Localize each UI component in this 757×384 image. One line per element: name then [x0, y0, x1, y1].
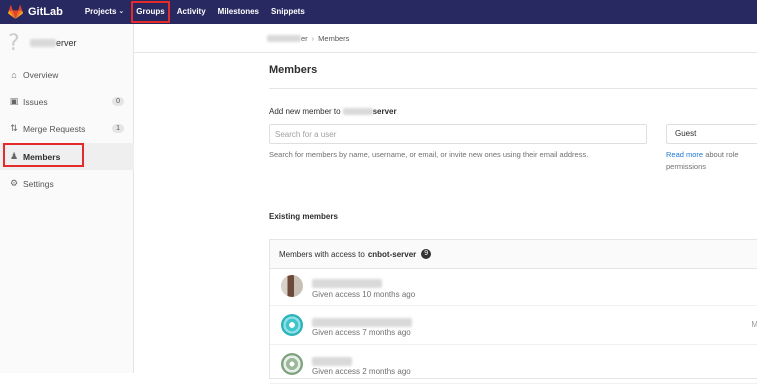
- nav-snippets-label: Snippets: [271, 7, 305, 16]
- gitlab-tanuki-icon: [8, 5, 23, 19]
- page-title: Members: [269, 64, 318, 76]
- redacted-text: [312, 318, 412, 327]
- project-name-suffix: erver: [56, 38, 77, 48]
- breadcrumb-parent[interactable]: er: [301, 34, 308, 43]
- panel-prefix: Members with access to: [279, 249, 365, 259]
- redacted-text: [267, 35, 301, 42]
- member-row: Given access 10 months ago: [270, 269, 757, 306]
- divider: [134, 52, 757, 53]
- nav-milestones-label: Milestones: [217, 7, 259, 16]
- redacted-text: [342, 108, 373, 115]
- avatar[interactable]: [281, 353, 303, 375]
- redacted-text: [30, 39, 56, 47]
- sidebar-item-label: Overview: [23, 69, 59, 80]
- members-panel: Members with access to cnbot-server 9 Gi…: [269, 239, 757, 384]
- redacted-text: [312, 357, 352, 366]
- top-navbar: GitLab Projects ⌄ Groups Activity Milest…: [0, 0, 757, 24]
- nav-activity-label: Activity: [176, 7, 206, 16]
- merge-requests-count-badge: 1: [112, 124, 124, 133]
- sidebar-item-label: Merge Requests: [23, 123, 86, 134]
- sidebar-item-settings[interactable]: ⚙ Settings: [0, 170, 134, 197]
- home-icon: ⌂: [11, 69, 17, 80]
- nav-projects[interactable]: Projects ⌄: [79, 0, 130, 24]
- sidebar: ? erver ⌂ Overview ▣ Issues 0 ⇅ Merge Re…: [0, 24, 134, 373]
- read-more-link[interactable]: Read more: [666, 150, 703, 159]
- nav-links: Projects ⌄ Groups Activity Milestones Sn…: [79, 0, 311, 24]
- member-given-access: Given access 10 months ago: [312, 290, 416, 299]
- search-user-input[interactable]: [269, 124, 647, 144]
- member-row: Given access 2 months ago: [270, 347, 757, 384]
- existing-members-title: Existing members: [269, 212, 338, 221]
- sidebar-item-overview[interactable]: ⌂ Overview: [0, 61, 134, 88]
- panel-project-name: cnbot-server: [367, 249, 417, 259]
- role-help-text-2: permissions: [666, 162, 707, 171]
- divider: [269, 88, 757, 89]
- members-panel-header: Members with access to cnbot-server 9: [270, 240, 757, 269]
- role-help-text: about role: [703, 150, 739, 159]
- row-action-edge[interactable]: M: [751, 320, 757, 329]
- role-help: Read more about role permissions: [666, 149, 757, 173]
- add-member-label: Add new member to server: [269, 107, 397, 116]
- breadcrumb-separator-icon: ›: [311, 34, 315, 43]
- issues-count-badge: 0: [112, 97, 124, 106]
- nav-activity[interactable]: Activity: [171, 0, 212, 24]
- nav-projects-label: Projects: [84, 7, 117, 16]
- role-select[interactable]: Guest: [666, 124, 757, 144]
- avatar[interactable]: [281, 275, 303, 297]
- search-helper-text: Search for members by name, username, or…: [269, 150, 589, 159]
- sidebar-item-label: Issues: [23, 96, 48, 107]
- member-row: Given access 7 months ago M: [270, 308, 757, 345]
- member-given-access: Given access 2 months ago: [312, 367, 411, 376]
- sidebar-project[interactable]: ? erver: [0, 24, 133, 62]
- brand-name: GitLab: [28, 6, 63, 18]
- member-count-badge: 9: [421, 249, 432, 259]
- project-name: erver: [30, 38, 77, 48]
- merge-request-icon: ⇅: [10, 123, 18, 133]
- nav-milestones[interactable]: Milestones: [212, 0, 265, 24]
- nav-groups-label: Groups: [136, 7, 165, 16]
- breadcrumb: er › Members: [267, 34, 349, 43]
- issues-icon: ▣: [9, 96, 19, 106]
- sidebar-item-merge-requests[interactable]: ⇅ Merge Requests 1: [0, 115, 134, 142]
- chevron-down-icon: ⌄: [118, 8, 125, 15]
- member-given-access: Given access 7 months ago: [312, 328, 411, 337]
- breadcrumb-current[interactable]: Members: [318, 34, 349, 43]
- project-avatar-icon: ?: [8, 30, 20, 56]
- nav-groups[interactable]: Groups: [130, 0, 170, 24]
- settings-icon: ⚙: [9, 178, 19, 188]
- sidebar-item-label: Settings: [23, 178, 54, 189]
- add-member-text: Add new member to: [269, 107, 341, 116]
- add-member-target: server: [372, 107, 397, 116]
- gitlab-logo[interactable]: GitLab: [8, 5, 63, 19]
- nav-snippets[interactable]: Snippets: [265, 0, 311, 24]
- avatar[interactable]: [281, 314, 303, 336]
- highlight-box: [3, 143, 84, 167]
- sidebar-item-issues[interactable]: ▣ Issues 0: [0, 88, 134, 115]
- redacted-text: [312, 279, 382, 288]
